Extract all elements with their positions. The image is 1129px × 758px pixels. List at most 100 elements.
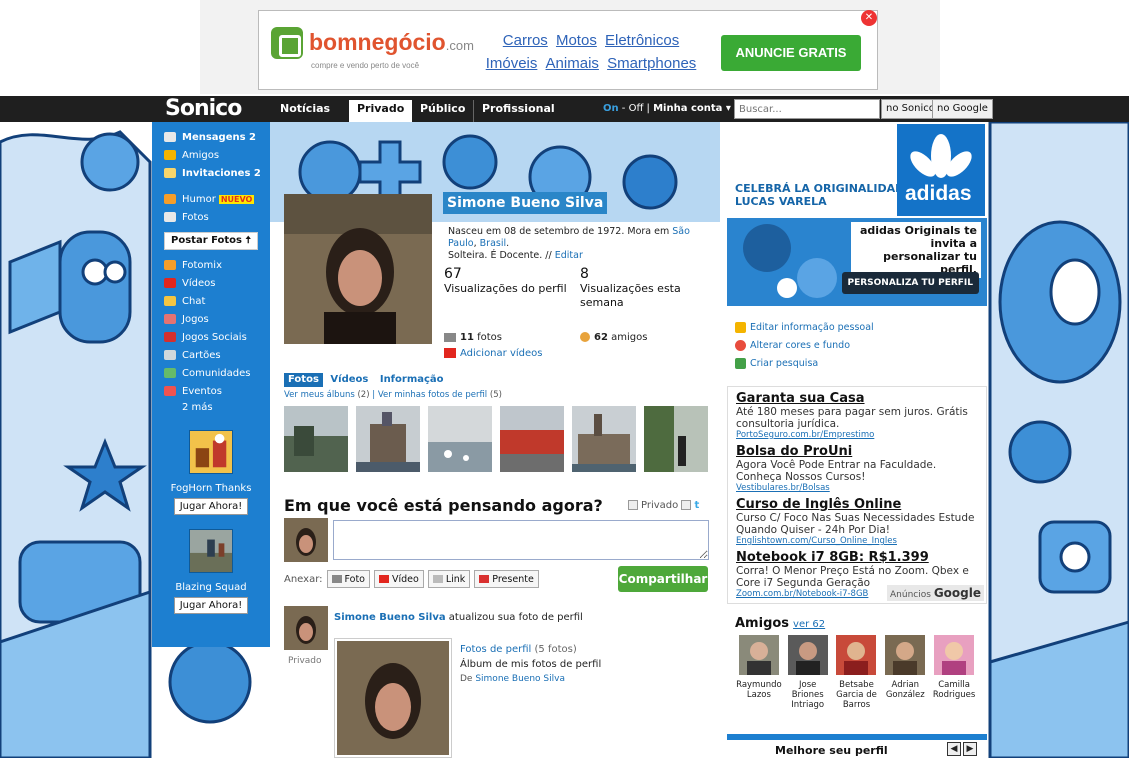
ad-cta-button[interactable]: ANUNCIE GRATIS [721, 35, 861, 71]
attach-gift-button[interactable]: Presente [474, 570, 539, 588]
create-poll-link[interactable]: Criar pesquisa [735, 354, 979, 372]
sidebar-item-humor[interactable]: Humor NUEVO [152, 190, 270, 208]
search-input[interactable] [734, 99, 880, 119]
ad-url[interactable]: Englishtown.com/Curso_Online_Ingles [736, 536, 978, 547]
status-off[interactable]: Off [629, 103, 644, 114]
ad-link-animais[interactable]: Animais [546, 55, 599, 72]
tab-publico[interactable]: Público [412, 100, 475, 122]
ad-title[interactable]: Bolsa do ProUni [736, 444, 978, 459]
ad-url[interactable]: Vestibulares.br/Bolsas [736, 483, 978, 494]
add-videos[interactable]: Adicionar vídeos [444, 348, 542, 359]
photo-thumb[interactable] [572, 406, 636, 472]
ad-link-smartphones[interactable]: Smartphones [607, 55, 696, 72]
feed-user-link[interactable]: Simone Bueno Silva [334, 612, 446, 623]
personalize-profile-button[interactable]: PERSONALIZA TU PERFIL [841, 272, 979, 294]
profile-photos-link[interactable]: Ver minhas fotos de perfil [378, 390, 487, 400]
friends-count[interactable]: 62 amigos [580, 332, 647, 343]
ad-title[interactable]: Notebook i7 8GB: R$1.399 [736, 550, 978, 565]
next-arrow-icon[interactable]: ▶ [963, 742, 977, 756]
attach-video-button[interactable]: Vídeo [374, 570, 424, 588]
search-google-button[interactable]: no Google [932, 99, 993, 119]
sidebar-item-fotomix[interactable]: Fotomix [152, 256, 270, 274]
edit-info-link[interactable]: Editar [555, 250, 583, 261]
sidebar-more-link[interactable]: 2 más [152, 400, 270, 416]
sidebar-item-invitaciones[interactable]: Invitaciones 2 [152, 164, 270, 182]
right-column: CELEBRÁ LA ORIGINALIDAD LUCAS VARELA adid… [727, 122, 987, 758]
prev-arrow-icon[interactable]: ◀ [947, 742, 961, 756]
status-privacy[interactable]: Privado t [628, 500, 699, 511]
online-status[interactable]: On - Off | Minha conta ▾ [603, 100, 731, 118]
sidebar-item-mensagens[interactable]: Mensagens 2 [152, 128, 270, 146]
photo-thumb[interactable] [356, 406, 420, 472]
add-videos-link[interactable]: Adicionar vídeos [460, 348, 542, 359]
top-ad-banner[interactable]: bomnegócio.com compre e vendo perto de v… [258, 10, 878, 90]
adidas-promo[interactable]: adidas Originals te invita a personaliza… [727, 218, 987, 306]
change-colors-link[interactable]: Alterar cores e fundo [735, 336, 979, 354]
twitter-icon[interactable]: t [694, 500, 699, 511]
private-checkbox[interactable] [628, 500, 638, 510]
sidebar-item-eventos[interactable]: Eventos [152, 382, 270, 400]
account-menu[interactable]: Minha conta ▾ [653, 103, 731, 114]
country-link[interactable]: Brasil [480, 238, 506, 249]
tab-videos[interactable]: Vídeos [326, 373, 372, 387]
ad-link-motos[interactable]: Motos [556, 32, 597, 49]
adidas-header[interactable]: CELEBRÁ LA ORIGINALIDAD LUCAS VARELA adid… [727, 122, 987, 217]
ad-link-eletronicos[interactable]: Eletrônicos [605, 32, 679, 49]
sidebar-item-fotos[interactable]: Fotos [152, 208, 270, 226]
share-button[interactable]: Compartilhar [618, 566, 708, 592]
ad-link-carros[interactable]: Carros [503, 32, 548, 49]
tab-profissional[interactable]: Profissional [474, 100, 563, 122]
attach-link-button[interactable]: Link [427, 570, 471, 588]
sidebar-item-videos[interactable]: Vídeos [152, 274, 270, 292]
photo-thumb[interactable] [284, 406, 348, 472]
post-photos-button[interactable]: Postar Fotos 🠅 [164, 232, 258, 250]
tab-fotos[interactable]: Fotos [284, 373, 323, 387]
friend-card[interactable]: Camilla Rodrigues [930, 635, 978, 710]
friend-card[interactable]: Adrian González [881, 635, 929, 710]
ad-url[interactable]: PortoSeguro.com.br/Emprestimo [736, 430, 978, 441]
ad-close-icon[interactable]: ✕ [861, 10, 877, 26]
ads-by-google[interactable]: Anúncios Google [887, 585, 984, 601]
tab-privado[interactable]: Privado [349, 100, 413, 122]
ad-title[interactable]: Curso de Inglês Online [736, 497, 978, 512]
ad-item[interactable]: Curso de Inglês Online Curso C/ Foco Nas… [736, 497, 978, 547]
sonico-logo[interactable]: Sonico [165, 96, 242, 122]
friend-card[interactable]: Betsabe Garcia de Barros [833, 635, 881, 710]
sidebar-item-comunidades[interactable]: Comunidades [152, 364, 270, 382]
friend-card[interactable]: Raymundo Lazos [735, 635, 783, 710]
sidebar-item-cartoes[interactable]: Cartões [152, 346, 270, 364]
attach-photo-button[interactable]: Foto [326, 570, 370, 588]
share-checkbox[interactable] [681, 500, 692, 510]
status-on[interactable]: On [603, 103, 619, 114]
ad-item[interactable]: Bolsa do ProUni Agora Você Pode Entrar n… [736, 444, 978, 494]
tab-noticias[interactable]: Notícias [272, 100, 338, 122]
tab-informacao[interactable]: Informação [376, 373, 448, 387]
album-author-link[interactable]: Simone Bueno Silva [475, 674, 565, 684]
photos-count[interactable]: 11 fotos [444, 332, 502, 343]
sidebar-item-jogos-sociais[interactable]: Jogos Sociais [152, 328, 270, 346]
photo-thumb[interactable] [500, 406, 564, 472]
photo-thumb[interactable] [644, 406, 708, 472]
game-thumbnail[interactable] [189, 430, 233, 474]
play-now-button[interactable]: Jugar Ahora! [173, 597, 249, 614]
see-all-friends-link[interactable]: ver 62 [793, 619, 825, 630]
edit-personal-info-link[interactable]: Editar informação pessoal [735, 318, 979, 336]
status-input[interactable] [333, 520, 709, 560]
photo-thumb[interactable] [428, 406, 492, 472]
ad-item[interactable]: Garanta sua Casa Até 180 meses para paga… [736, 391, 978, 441]
game-thumbnail[interactable] [189, 529, 233, 573]
sidebar-item-jogos[interactable]: Jogos [152, 310, 270, 328]
sidebar-item-amigos[interactable]: Amigos [152, 146, 270, 164]
sidebar-item-chat[interactable]: Chat [152, 292, 270, 310]
friend-name: Raymundo Lazos [736, 680, 782, 700]
play-now-button[interactable]: Jugar Ahora! [173, 498, 249, 515]
ad-title[interactable]: Garanta sua Casa [736, 391, 978, 406]
album-link[interactable]: Fotos de perfil [460, 644, 531, 655]
albums-link[interactable]: Ver meus álbuns [284, 390, 355, 400]
friend-card[interactable]: Jose Briones Intriago [784, 635, 832, 710]
profile-photo[interactable] [284, 194, 432, 344]
ad-link-imoveis[interactable]: Imóveis [486, 55, 538, 72]
feed-avatar[interactable] [284, 606, 328, 650]
adidas-logo[interactable]: adidas [897, 124, 985, 216]
feed-photo[interactable] [334, 638, 452, 758]
